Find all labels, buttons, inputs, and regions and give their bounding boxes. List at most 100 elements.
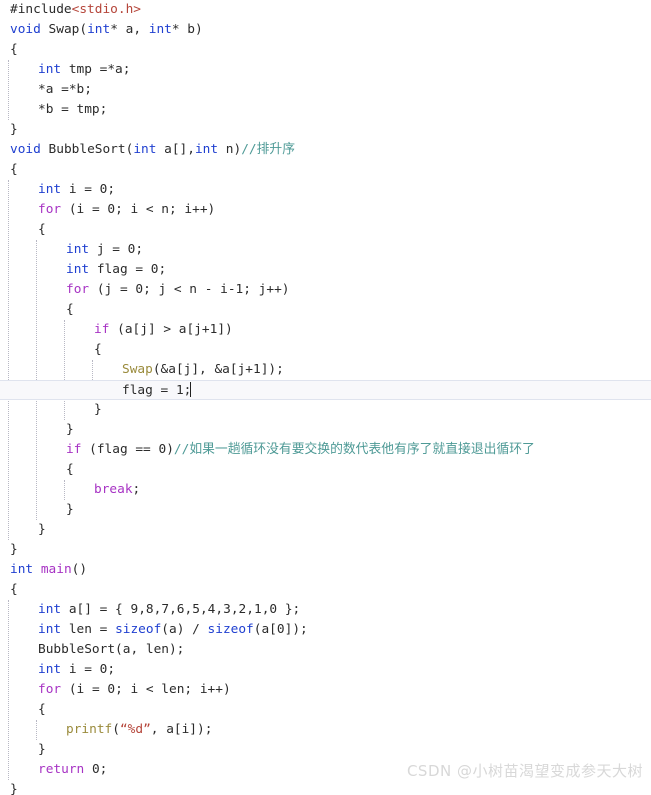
code-token-plain: flag =: [122, 383, 176, 398]
code-token-plain: ;: [132, 482, 141, 497]
code-token-num: 0: [107, 682, 116, 697]
code-token-kw: int: [133, 142, 157, 157]
code-token-str: “%d”: [119, 722, 151, 737]
code-token-kw: sizeof: [115, 622, 162, 637]
code-line[interactable]: for (i = 0; i < len; i++): [0, 680, 651, 700]
code-line[interactable]: }: [0, 120, 651, 140]
code-line[interactable]: if (a[j] > a[j+1]): [0, 320, 651, 340]
code-line[interactable]: {: [0, 340, 651, 360]
code-token-num: 0: [135, 282, 144, 297]
code-line[interactable]: BubbleSort(a, len);: [0, 640, 651, 660]
code-token-plain: ;: [99, 762, 108, 777]
code-line[interactable]: int main(): [0, 560, 651, 580]
code-line[interactable]: }: [0, 500, 651, 520]
code-token-fn: printf: [66, 722, 113, 737]
code-line[interactable]: {: [0, 40, 651, 60]
code-line[interactable]: printf(“%d”, a[i]);: [0, 720, 651, 740]
code-token-kw: int: [38, 602, 62, 617]
code-token-plain: flag =: [89, 262, 151, 277]
code-line[interactable]: void BubbleSort(int a[],int n)//排升序: [0, 140, 651, 160]
code-editor-window[interactable]: #include<stdio.h> void Swap(int* a, int* …: [0, 0, 651, 795]
code-token-brace: {: [10, 42, 18, 57]
code-line[interactable]: int i = 0;: [0, 180, 651, 200]
code-line[interactable]: break;: [0, 480, 651, 500]
code-token-plain: ,: [246, 602, 254, 617]
code-line[interactable]: }: [0, 520, 651, 540]
code-line[interactable]: *b = tmp;: [0, 100, 651, 120]
text-caret: [190, 382, 192, 397]
code-line[interactable]: }: [0, 400, 651, 420]
code-token-plain: a[],: [156, 142, 195, 157]
code-token-plain: (&a[j], &a[j+: [152, 362, 253, 377]
code-token-plain: ]): [217, 322, 233, 337]
code-token-str: <stdio.h>: [71, 2, 141, 17]
code-token-plain: ,: [138, 602, 146, 617]
code-token-kw: int: [194, 142, 219, 157]
code-token-brace: }: [10, 782, 18, 795]
code-line[interactable]: Swap(&a[j], &a[j+1]);: [0, 360, 651, 380]
code-token-brace: }: [38, 742, 46, 757]
code-token-plain: ;: [158, 262, 167, 277]
code-line[interactable]: if (flag == 0)//如果一趟循环没有要交换的数代表他有序了就直接退出…: [0, 440, 651, 460]
code-token-ctl: if: [94, 322, 110, 337]
code-line[interactable]: int len = sizeof(a) / sizeof(a[0]);: [0, 620, 651, 640]
code-surface[interactable]: #include<stdio.h> void Swap(int* a, int* …: [0, 0, 651, 795]
code-line[interactable]: for (j = 0; j < n - i-1; j++): [0, 280, 651, 300]
csdn-watermark: CSDN @小树苗渴望变成参天大树: [406, 762, 643, 780]
code-line[interactable]: int i = 0;: [0, 660, 651, 680]
code-token-plain: ,: [199, 602, 208, 617]
code-line[interactable]: int a[] = { 9,8,7,6,5,4,3,2,1,0 };: [0, 600, 651, 620]
code-token-brace: }: [38, 522, 46, 537]
code-line-current[interactable]: flag = 1;: [0, 380, 651, 400]
code-token-plain: (): [71, 562, 88, 577]
code-line[interactable]: }: [0, 780, 651, 795]
code-line[interactable]: int flag = 0;: [0, 260, 651, 280]
code-line[interactable]: {: [0, 580, 651, 600]
code-token-ctl: for: [38, 682, 62, 697]
code-line[interactable]: int j = 0;: [0, 240, 651, 260]
code-token-plain: (: [79, 22, 88, 37]
code-token-kw: int: [38, 622, 62, 637]
code-token-plain: ;: [107, 182, 116, 197]
code-token-brace: }: [66, 422, 74, 437]
code-token-plain: (i =: [61, 202, 108, 217]
code-line[interactable]: }: [0, 420, 651, 440]
code-token-plain: (j =: [89, 282, 136, 297]
code-line[interactable]: }: [0, 540, 651, 560]
code-token-plain: (a, len);: [115, 642, 185, 657]
code-token-kw: void: [10, 22, 41, 37]
code-token-fn2: Swap: [48, 22, 80, 37]
code-token-kw: int: [87, 22, 111, 37]
code-token-plain: (flag ==: [81, 442, 159, 457]
code-token-brace: {: [94, 342, 102, 357]
code-token-plain: , a[i]);: [150, 722, 213, 737]
code-token-plain: *a =*b;: [38, 82, 92, 97]
code-token-kw: int: [38, 662, 62, 677]
code-line[interactable]: *a =*b;: [0, 80, 651, 100]
code-line[interactable]: {: [0, 460, 651, 480]
code-line[interactable]: int tmp =*a;: [0, 60, 651, 80]
code-token-brace: {: [66, 302, 74, 317]
code-token-brace: {: [10, 582, 18, 597]
code-line[interactable]: }: [0, 740, 651, 760]
code-line[interactable]: {: [0, 220, 651, 240]
code-token-plain: i =: [61, 662, 100, 677]
code-token-brace: {: [66, 462, 74, 477]
code-line[interactable]: {: [0, 300, 651, 320]
code-line[interactable]: void Swap(int* a, int* b): [0, 20, 651, 40]
code-token-plain: (a) /: [161, 622, 208, 637]
code-token-brace: {: [38, 222, 46, 237]
code-line[interactable]: #include<stdio.h>: [0, 0, 651, 20]
code-token-num: 8: [145, 602, 154, 617]
code-token-ctl: return: [38, 762, 85, 777]
code-token-brace: }: [94, 402, 102, 417]
code-line[interactable]: for (i = 0; i < n; i++): [0, 200, 651, 220]
code-token-plain: ]);: [260, 362, 284, 377]
code-line[interactable]: {: [0, 160, 651, 180]
code-token-plain: ;: [107, 662, 116, 677]
code-token-ctl: break: [94, 482, 133, 497]
code-line[interactable]: {: [0, 700, 651, 720]
code-token-plain: (i =: [61, 682, 108, 697]
